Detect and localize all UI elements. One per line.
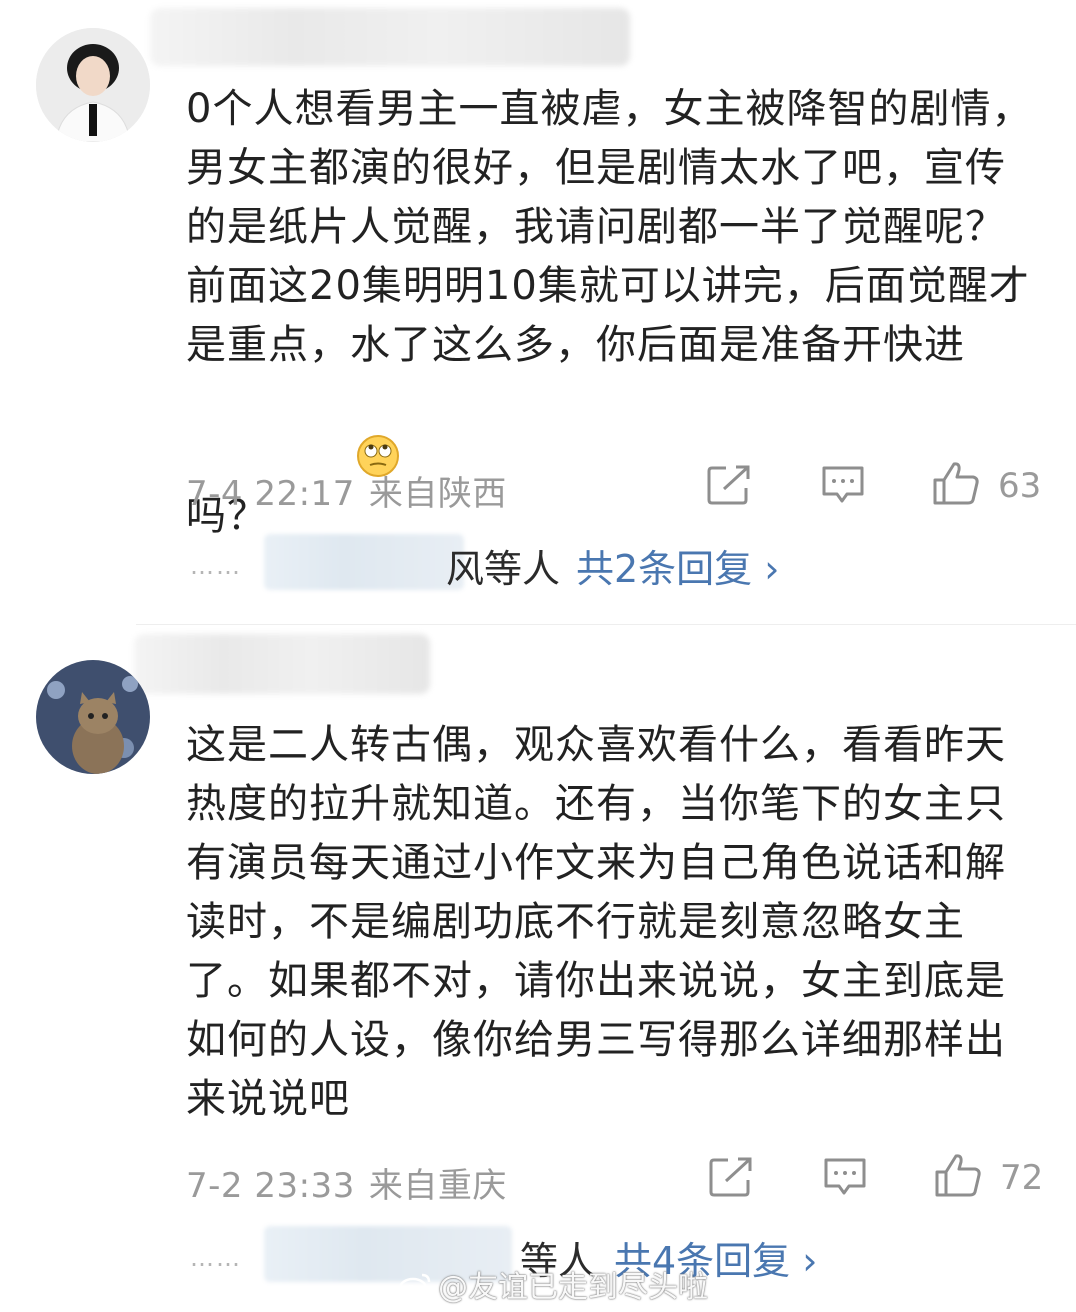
comment-button[interactable] xyxy=(822,1156,868,1202)
replies-dots: …… xyxy=(190,1244,242,1272)
comment-meta: 7-4 22:17 来自陕西 xyxy=(186,466,507,515)
watermark-text: @友谊已走到尽头啦 xyxy=(438,1270,708,1305)
like-button[interactable] xyxy=(934,1152,982,1202)
replies-dots: …… xyxy=(190,552,242,580)
comment-meta: 7-2 23:33 来自重庆 xyxy=(186,1158,507,1207)
watermark: @友谊已走到尽头啦 xyxy=(398,1262,708,1307)
comment-icon xyxy=(822,466,864,503)
comment-text: 这是二人转古偶，观众喜欢看什么，看看昨天热度的拉升就知道。还有，当你笔下的女主只… xyxy=(186,722,1006,1122)
share-button[interactable] xyxy=(706,464,752,510)
share-icon xyxy=(709,1157,752,1197)
share-button[interactable] xyxy=(708,1156,754,1202)
reply-users-etc: 风等人 xyxy=(446,547,561,591)
like-button[interactable] xyxy=(932,460,980,510)
comment-icon xyxy=(824,1158,866,1195)
comment-2: 这是二人转古偶，观众喜欢看什么，看看昨天热度的拉升就知道。还有，当你笔下的女主只… xyxy=(0,630,1076,1283)
comment-button[interactable] xyxy=(820,464,866,510)
username-redacted xyxy=(150,8,630,66)
divider xyxy=(136,624,1076,625)
comment-location: 来自重庆 xyxy=(368,1166,507,1206)
comment-1: 0个人想看男主一直被虐，女主被降智的剧情，男女主都演的很好，但是剧情太水了吧，宣… xyxy=(0,0,1076,620)
comment-time: 7-4 22:17 xyxy=(186,474,355,514)
likes-count: 72 xyxy=(1000,1158,1044,1198)
replies-row[interactable]: …… 风等人 共2条回复 › xyxy=(190,534,830,594)
comment-time: 7-2 23:33 xyxy=(186,1166,355,1206)
reply-users-redacted xyxy=(264,534,464,590)
username-redacted xyxy=(134,634,430,694)
thumbs-up-icon xyxy=(933,462,979,505)
avatar[interactable] xyxy=(36,660,150,774)
avatar[interactable] xyxy=(36,28,150,142)
avatar-image xyxy=(36,660,150,774)
comment-location: 来自陕西 xyxy=(368,474,507,514)
view-replies-link[interactable]: 共2条回复 › xyxy=(576,538,779,593)
likes-count: 63 xyxy=(998,466,1042,506)
avatar-image xyxy=(36,28,150,142)
rolling-eyes-emoji-icon xyxy=(274,375,400,554)
thumbs-up-icon xyxy=(935,1154,981,1197)
weibo-logo-icon xyxy=(398,1271,432,1307)
share-icon xyxy=(707,465,750,505)
